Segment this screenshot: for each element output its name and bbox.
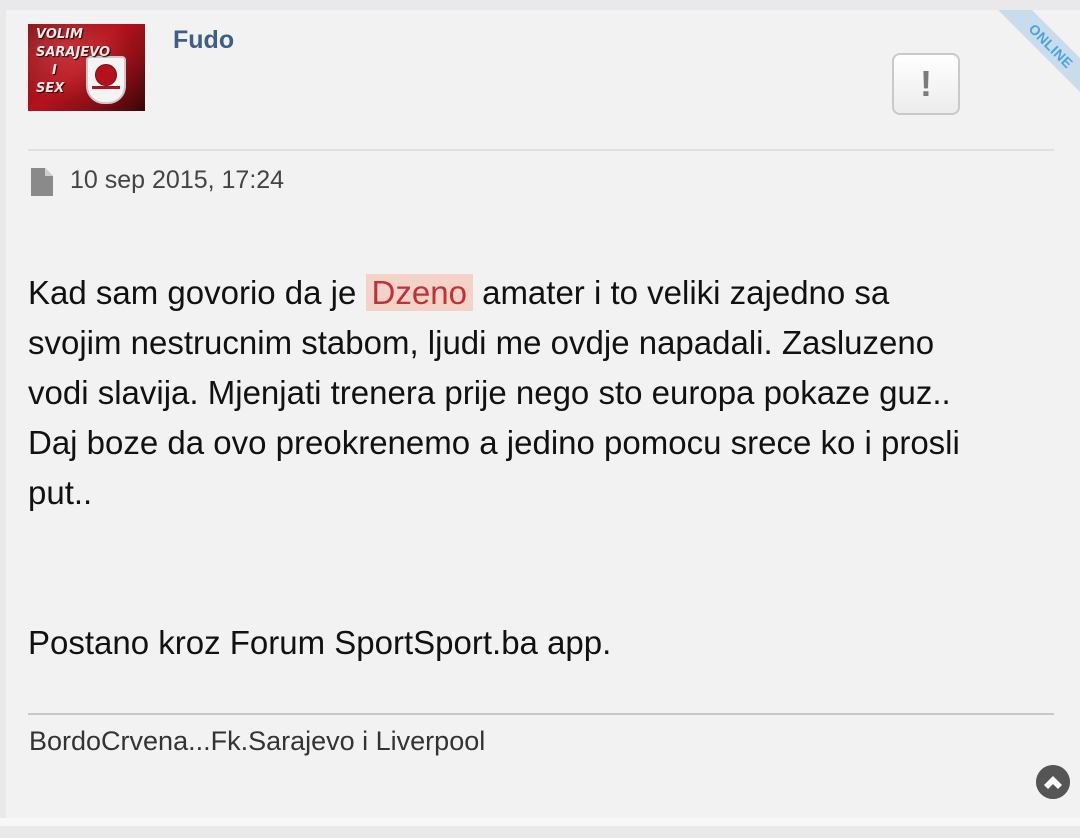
avatar-text-line: VOLIM — [36, 27, 83, 42]
user-signature: BordoCrvena...Fk.Sarajevo i Liverpool — [29, 726, 486, 756]
post-body-line: vodi slavija. Mjenjati trenera prije neg… — [28, 374, 951, 411]
user-mention-link[interactable]: Dzeno — [365, 274, 473, 311]
post-body-line: Kad sam govorio da je Dzeno amater i to … — [28, 268, 1058, 318]
post-text: amater i to veliki zajedno sa — [472, 274, 890, 311]
avatar-text-line: I — [52, 63, 57, 78]
avatar-text-line: SEX — [36, 81, 65, 96]
next-post-edge — [0, 818, 1080, 826]
online-status-badge: ONLINE — [978, 10, 1080, 119]
app-footer-note: Postano kroz Forum SportSport.ba app. — [28, 624, 612, 661]
post-body: Kad sam govorio da je Dzeno amater i to … — [28, 268, 1058, 518]
post-body-line: put.. — [28, 474, 93, 511]
scroll-to-top-button[interactable] — [1036, 765, 1070, 799]
document-icon — [31, 168, 53, 196]
avatar-text: VOLIM SARAJEVO I SEX — [36, 26, 111, 98]
post-body-line: svojim nestrucnim stabom, ljudi me ovdje… — [28, 324, 935, 361]
post-body-line: Daj boze da ovo preokrenemo a jedino pom… — [28, 424, 960, 461]
header-divider — [28, 149, 1054, 151]
report-button[interactable]: ! — [892, 53, 960, 115]
avatar-text-line: SARAJEVO — [36, 45, 111, 60]
crest-ball — [95, 64, 117, 86]
signature-divider — [28, 713, 1054, 715]
post-text: Kad sam govorio da je — [28, 274, 366, 311]
crest-band — [92, 86, 120, 89]
username-link[interactable]: Fudo — [173, 26, 234, 55]
post-timestamp: 10 sep 2015, 17:24 — [70, 166, 285, 194]
avatar[interactable]: VOLIM SARAJEVO I SEX — [28, 24, 145, 111]
forum-post: VOLIM SARAJEVO I SEX Fudo ! ONLINE 10 se… — [6, 10, 1080, 818]
exclamation-icon: ! — [920, 63, 932, 104]
